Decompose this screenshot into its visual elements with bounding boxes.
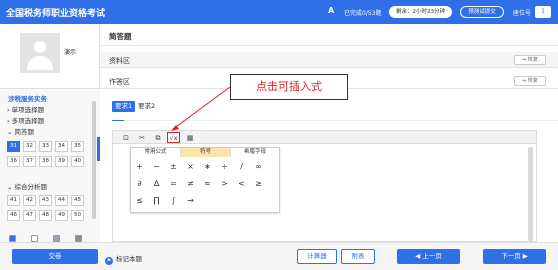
annotation-arrow [171,86,231,131]
submit-paper-button[interactable]: 交卷 [12,249,98,264]
mark-question-button[interactable]: ⚑ 标记本题 [105,253,142,265]
flag-icon: ⚑ [105,257,113,265]
calculator-button[interactable]: 计算器 [297,249,337,264]
attachment-table-button[interactable]: 附表 [341,249,375,264]
footer: 交卷 ⚑ 标记本题 计算器 附表 ◀ 上一页 下一页 ▶ [0,242,558,270]
next-page-button[interactable]: 下一页 ▶ [483,249,546,264]
prev-page-button[interactable]: ◀ 上一页 [397,249,460,264]
